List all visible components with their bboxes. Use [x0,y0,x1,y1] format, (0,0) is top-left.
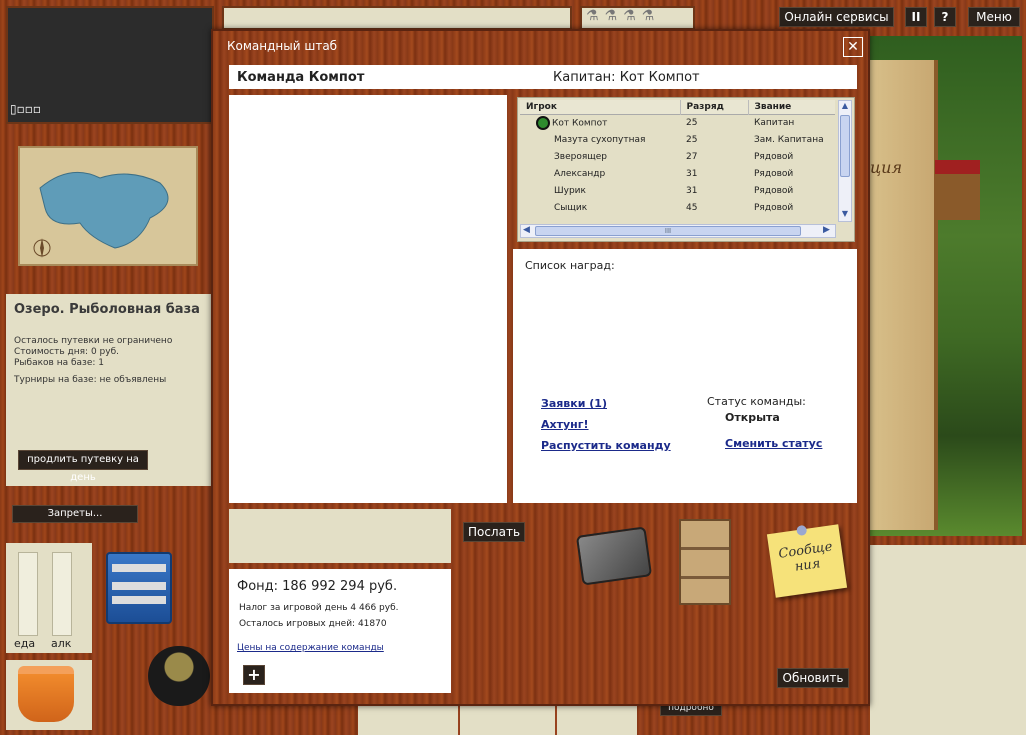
table-row[interactable]: Кот Компот 25 Капитан [520,114,835,131]
player-rank: 31 [686,168,698,179]
messages-note-label: Сообще ния [777,539,834,575]
player-name: Александр [554,168,606,179]
player-title: Рядовой [754,185,794,196]
hscroll-thumb[interactable]: III [535,226,801,236]
bottom-panel-c [557,705,637,735]
top-panel-1 [222,6,572,30]
lake-map[interactable] [18,146,198,266]
team-status-value: Открыта [725,411,780,424]
col-title[interactable]: Звание [748,100,835,114]
team-name: Команда Компот [237,70,365,85]
player-name: Сыщик [554,202,588,213]
player-rank: 25 [686,134,698,145]
team-captain: Капитан: Кот Компот [553,70,700,85]
achtung-link[interactable]: Ахтунг! [541,418,589,431]
location-title: Озеро. Рыболовная база [14,302,200,317]
bans-button[interactable]: Запреты... [12,505,138,523]
player-rank: 27 [686,151,698,162]
fund-amount: Фонд: 186 992 294 руб. [237,579,398,594]
daily-tax: Налог за игровой день 4 466 руб. [239,603,399,613]
players-grid: Игрок Разряд Звание Кот Компот 25 Капита… [520,100,835,216]
player-title: Рядовой [754,168,794,179]
player-name: Мазута сухопутная [554,134,646,145]
location-info-line: Осталось путевки не ограничено [14,336,173,346]
dialog-title: Командный штаб [227,39,338,53]
player-title: Капитан [754,117,795,128]
pause-button[interactable]: II [905,7,927,27]
table-vscrollbar[interactable]: ▲ ▼ [838,100,852,222]
players-table: Игрок Разряд Звание Кот Компот 25 Капита… [517,97,855,242]
alc-meter-label: алк [51,637,72,650]
col-player[interactable]: Игрок [520,100,681,114]
team-status-label: Статус команды: [707,395,806,408]
bottom-panel-a [358,705,458,735]
location-info-line: Рыбаков на базе: 1 [14,358,104,368]
player-name: Кот Компот [552,118,608,129]
crates-icon[interactable] [679,519,731,605]
scene-book: ция [868,60,938,530]
food-meter-label: еда [14,637,36,650]
player-title: Зам. Капитана [754,134,824,145]
table-hscrollbar[interactable]: ◀ III ▶ [520,224,836,238]
vscroll-thumb[interactable] [840,115,850,177]
scene-house [935,160,980,220]
table-row[interactable]: Шурик 31 Рядовой [520,182,835,199]
col-rank[interactable]: Разряд [680,100,749,114]
table-row[interactable]: Мазута сухопутная 25 Зам. Капитана [520,131,835,148]
online-services-button[interactable]: Онлайн сервисы [779,7,894,27]
help-button[interactable]: ? [934,7,956,27]
bucket-icon[interactable] [18,666,74,722]
player-name: Звероящер [554,151,607,162]
scroll-down-icon[interactable]: ▼ [839,209,851,221]
add-funds-button[interactable]: + [243,665,265,685]
scroll-up-icon[interactable]: ▲ [839,101,851,113]
bottles-panel: ⚗⚗⚗⚗ [580,6,695,30]
alc-meter [52,552,72,636]
tackle-kit-icon[interactable] [575,526,653,586]
tournaments-info: Турниры на базе: не объявлены [14,375,167,385]
message-input[interactable] [229,509,451,563]
refresh-button[interactable]: Обновить [777,668,849,688]
player-rank: 25 [686,117,698,128]
team-header: Команда Компот Капитан: Кот Компот [229,65,857,89]
bottom-panel-b [460,705,555,735]
awards-panel: Список наград: Заявки (1) Ахтунг! Распус… [513,249,857,503]
tackle-box-icon[interactable] [106,552,172,624]
change-status-link[interactable]: Сменить статус [725,437,822,450]
location-panel: Озеро. Рыболовная база Осталось путевки … [6,294,212,486]
send-button[interactable]: Послать [463,522,525,542]
lake-map-graphic [33,171,169,258]
table-row[interactable]: Александр 31 Рядовой [520,165,835,182]
close-icon[interactable]: ✕ [843,37,863,57]
disband-team-link[interactable]: Распустить команду [541,439,671,452]
chat-area[interactable] [229,95,507,503]
player-title: Рядовой [754,202,794,213]
menu-button[interactable]: Меню [968,7,1020,27]
table-row[interactable]: Звероящер 27 Рядовой [520,148,835,165]
battery-indicator: ▯▫▫▫ [10,102,42,116]
player-rank: 45 [686,202,698,213]
requests-link[interactable]: Заявки (1) [541,397,607,410]
food-meter [18,552,38,636]
player-title: Рядовой [754,151,794,162]
pot-icon[interactable] [148,646,210,706]
fund-panel: Фонд: 186 992 294 руб. Налог за игровой … [229,569,451,693]
team-hq-dialog: Командный штаб ✕ Команда Компот Капитан:… [211,29,870,706]
player-name: Шурик [554,185,586,196]
player-rank: 31 [686,185,698,196]
table-row[interactable]: Сыщик 45 Рядовой [520,199,835,216]
scroll-left-icon[interactable]: ◀ [523,225,530,235]
bottom-panel-d [870,545,1026,735]
extend-pass-button[interactable]: продлить путевку на день [18,450,148,483]
online-status-icon [536,115,550,130]
messages-note[interactable]: Сообще ния [766,524,848,598]
location-info-line: Стоимость дня: 0 руб. [14,347,119,357]
days-left: Осталось игровых дней: 41870 [239,619,387,629]
note-pin-icon [796,524,808,537]
scroll-right-icon[interactable]: ▶ [823,225,830,235]
upkeep-prices-link[interactable]: Цены на содержание команды [237,643,384,653]
awards-label: Список наград: [525,259,615,272]
